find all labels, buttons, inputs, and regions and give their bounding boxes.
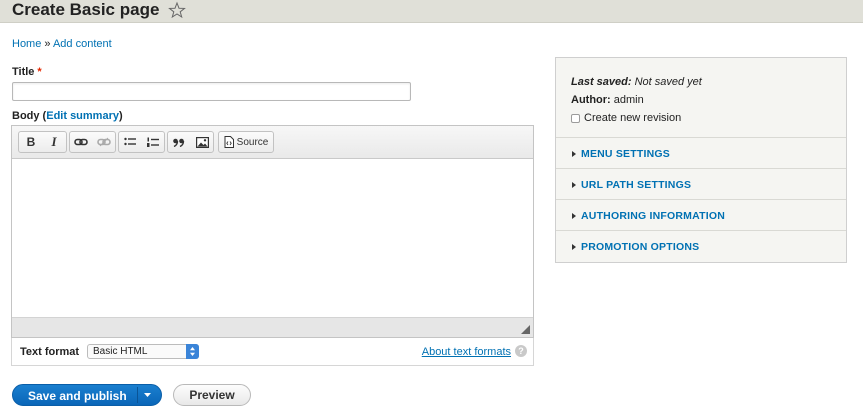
text-format-label: Text format [20,346,80,358]
breadcrumb: Home » Add content [12,38,112,50]
breadcrumb-separator: » [41,38,53,50]
text-format-row: Text format Basic HTML About text format… [11,338,534,366]
toolbar-group-basic: B I [18,131,67,153]
body-editor: B I Source [11,125,534,338]
title-label: Title * [12,66,42,78]
toolbar-group-source: Source [218,131,274,153]
last-saved-label: Last saved: [571,76,632,88]
triangle-right-icon [572,244,576,250]
author-row: Author: admin [571,91,702,109]
required-marker: * [37,66,42,78]
url-path-settings-section[interactable]: URL PATH SETTINGS [556,168,846,199]
body-label-text: Body [12,110,40,122]
triangle-right-icon [572,213,576,219]
source-button[interactable]: Source [219,132,273,152]
select-arrows-icon [186,344,199,359]
numbered-list-icon [147,137,159,147]
blockquote-button[interactable] [168,132,190,152]
numbered-list-button[interactable] [142,132,164,152]
bulleted-list-button[interactable] [119,132,141,152]
unlink-icon [97,137,111,147]
star-outline-icon[interactable] [167,0,187,20]
toolbar-group-blocks [167,131,214,153]
link-button[interactable] [70,132,92,152]
text-format-select[interactable]: Basic HTML [87,344,199,359]
triangle-right-icon [572,182,576,188]
source-icon [224,136,234,148]
toolbar-group-links [69,131,116,153]
image-button[interactable] [191,132,213,152]
authoring-information-label: AUTHORING INFORMATION [581,210,725,222]
split-button-divider [137,387,138,403]
revision-row: Create new revision [571,109,702,127]
menu-settings-label: MENU SETTINGS [581,148,670,160]
menu-settings-summary[interactable]: MENU SETTINGS [572,148,670,160]
last-saved-row: Last saved: Not saved yet [571,73,702,91]
save-and-publish-button[interactable]: Save and publish [12,384,162,406]
meta-sidebar: Last saved: Not saved yet Author: admin … [555,57,847,263]
revision-checkbox[interactable] [571,113,580,123]
source-label: Source [236,136,269,148]
url-path-settings-label: URL PATH SETTINGS [581,179,692,191]
bold-button[interactable]: B [20,132,42,152]
chevron-down-icon[interactable] [144,393,151,398]
title-label-text: Title [12,66,35,78]
promotion-options-summary[interactable]: PROMOTION OPTIONS [572,241,699,253]
bold-icon: B [26,135,36,149]
editor-toolbar: B I Source [12,126,533,159]
promotion-options-label: PROMOTION OPTIONS [581,241,700,253]
blockquote-icon [173,138,185,147]
promotion-options-section[interactable]: PROMOTION OPTIONS [556,230,846,261]
link-icon [74,138,88,146]
edit-summary-link[interactable]: Edit summary [46,110,119,122]
toolbar-group-lists [118,131,165,153]
menu-settings-section[interactable]: MENU SETTINGS [556,137,846,168]
url-path-settings-summary[interactable]: URL PATH SETTINGS [572,179,691,191]
help-icon: ? [515,345,527,357]
body-edit-area[interactable] [12,159,533,317]
image-icon [195,136,209,148]
page-header: Create Basic page [0,0,863,23]
about-text-formats-link[interactable]: About text formats [422,346,511,358]
editor-status-bar [12,317,533,337]
triangle-right-icon [572,151,576,157]
last-saved-value: Not saved yet [634,76,702,88]
title-input[interactable] [12,82,411,101]
meta-info: Last saved: Not saved yet Author: admin … [571,73,702,127]
revision-label[interactable]: Create new revision [584,109,681,127]
author-value: admin [613,94,644,106]
preview-button[interactable]: Preview [173,384,251,406]
authoring-information-section[interactable]: AUTHORING INFORMATION [556,199,846,230]
resize-handle-icon[interactable] [521,325,530,334]
authoring-information-summary[interactable]: AUTHORING INFORMATION [572,210,725,222]
italic-icon: I [51,134,57,149]
body-paren-close: ) [118,110,123,122]
italic-button[interactable]: I [43,132,65,152]
unlink-button[interactable] [93,132,115,152]
breadcrumb-home-link[interactable]: Home [12,38,41,50]
bulleted-list-icon [124,137,136,146]
body-label: Body (Edit summary) [12,110,123,122]
breadcrumb-add-content-link[interactable]: Add content [53,38,112,50]
text-format-value: Basic HTML [93,346,148,357]
save-and-publish-label: Save and publish [28,389,127,403]
author-label: Author: [571,94,611,106]
page-title: Create Basic page [12,0,160,19]
